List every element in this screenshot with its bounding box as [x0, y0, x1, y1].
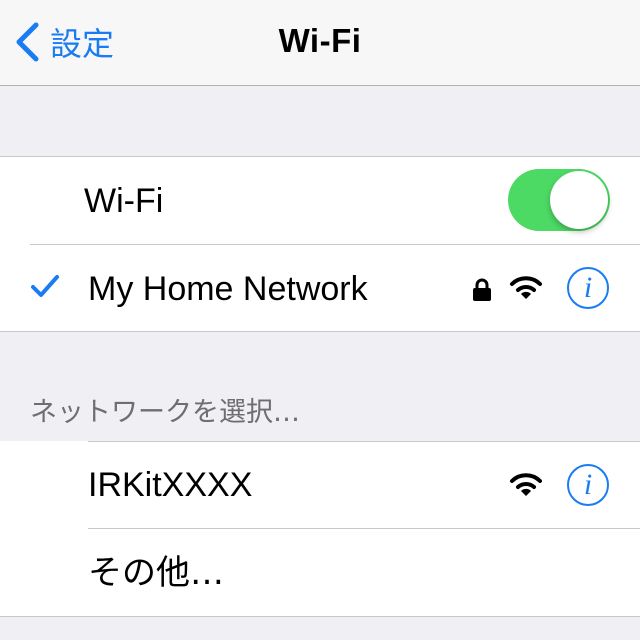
wifi-toggle-label: Wi-Fi [84, 182, 164, 220]
other-network-row[interactable]: その他… [0, 529, 640, 617]
connected-network-row[interactable]: My Home Network [0, 245, 640, 333]
wifi-toggle-switch[interactable] [508, 169, 610, 231]
navigation-bar: 設定 Wi-Fi [0, 0, 640, 86]
wifi-toggle-row: Wi-Fi [0, 157, 640, 245]
info-icon[interactable]: i [567, 267, 609, 309]
page-title: Wi-Fi [278, 22, 362, 59]
toggle-knob [550, 171, 608, 229]
lock-icon [473, 278, 491, 301]
info-icon[interactable]: i [567, 464, 609, 506]
wifi-signal-icon [510, 276, 542, 299]
networks-group: IRKitXXXX その他… [0, 441, 640, 617]
network-name: IRKitXXXX [88, 466, 253, 504]
wifi-settings-group: Wi-Fi My Home Network [0, 156, 640, 332]
connected-network-name: My Home Network [88, 270, 368, 308]
checkmark-icon [31, 275, 59, 297]
other-network-label: その他… [88, 553, 224, 593]
network-row[interactable]: IRKitXXXX [0, 441, 640, 529]
section-header: ネットワークを選択… [30, 397, 300, 428]
wifi-signal-icon [510, 473, 542, 496]
